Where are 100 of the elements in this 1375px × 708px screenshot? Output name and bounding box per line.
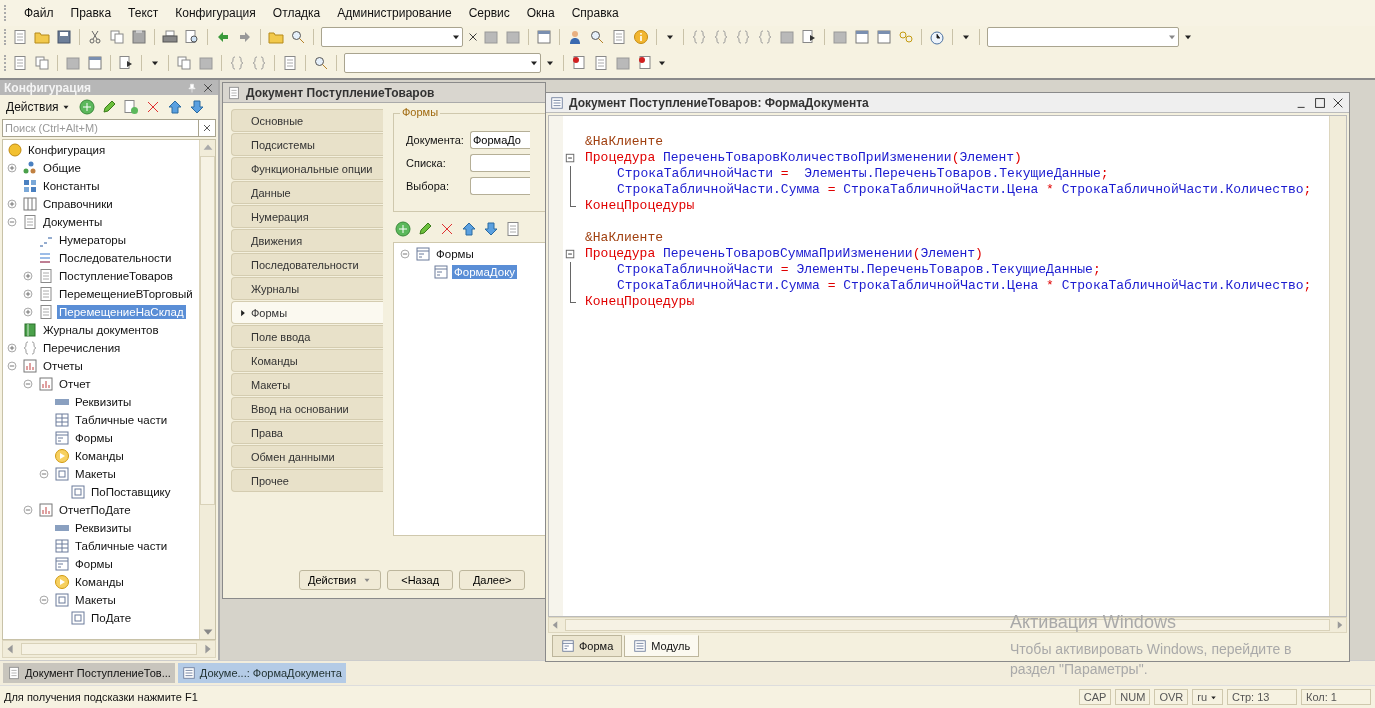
tree-item[interactable]: Макеты [73,593,118,607]
close-icon[interactable] [202,81,214,94]
page-icon[interactable] [12,29,28,45]
braces-icon[interactable] [229,55,245,71]
clipboard-icon[interactable] [131,29,147,45]
tab[interactable]: Подсистемы [231,133,383,156]
language-selector[interactable]: ru [1192,689,1223,705]
search-icon[interactable] [313,55,329,71]
search-icon[interactable] [589,29,605,45]
tab[interactable]: Функциональные опции [231,157,383,180]
tab[interactable]: Журналы [231,277,383,300]
block-icon[interactable] [505,29,521,45]
info-icon[interactable] [633,29,649,45]
page-marker-icon[interactable] [637,55,653,71]
block-icon[interactable] [832,29,848,45]
braces-icon[interactable] [713,29,729,45]
pencil-icon[interactable] [100,99,117,115]
expand-icon[interactable] [21,269,35,283]
vertical-scrollbar[interactable] [199,140,215,639]
pencil-icon[interactable] [417,221,433,237]
tab[interactable]: Движения [231,229,383,252]
collapse-icon[interactable] [5,215,19,229]
menu-item[interactable]: Правка [68,5,114,21]
delete-icon[interactable] [439,221,455,237]
braces-icon[interactable] [691,29,707,45]
tab[interactable]: Ввод на основании [231,397,383,420]
up-arrow-icon[interactable] [461,221,477,237]
forward-arrow-icon[interactable] [237,29,253,45]
page-export-icon[interactable] [801,29,817,45]
page-icon[interactable] [505,221,521,237]
page-icon[interactable] [282,55,298,71]
menu-item[interactable]: Текст [126,5,161,21]
maximize-icon[interactable] [1313,95,1327,110]
collapse-icon[interactable] [398,247,412,261]
tree-item[interactable]: Формы [434,247,476,261]
tab[interactable]: Прочее [231,469,383,492]
window-icon[interactable] [536,29,552,45]
braces-icon[interactable] [757,29,773,45]
tree-item[interactable]: Константы [41,179,102,193]
collapse-icon[interactable] [21,377,35,391]
tree-item[interactable]: ПоПоставщику [89,485,173,499]
braces-icon[interactable] [735,29,751,45]
pin-icon[interactable] [186,81,198,94]
page-icon[interactable] [593,55,609,71]
menu-item[interactable]: Окна [524,5,557,21]
down-arrow-icon[interactable] [188,99,205,115]
page-icon[interactable] [12,55,28,71]
page-icon[interactable] [611,29,627,45]
input-field[interactable]: ФормаДо [470,130,530,149]
expand-icon[interactable] [5,161,19,175]
tab[interactable]: Поле ввода [231,325,383,348]
tree-item[interactable]: Перечисления [41,341,123,355]
page-marker-icon[interactable] [571,55,587,71]
tab[interactable]: Обмен данными [231,445,383,468]
tab[interactable]: Последовательности [231,253,383,276]
actions-menu-button[interactable]: Действия [4,100,73,114]
expand-icon[interactable] [21,287,35,301]
expand-icon[interactable] [5,341,19,355]
expand-icon[interactable] [21,305,35,319]
collapse-icon[interactable] [37,593,51,607]
tab[interactable]: Модуль [624,635,700,657]
tree-item[interactable]: Реквизиты [73,395,134,409]
tab[interactable]: Нумерация [231,205,383,228]
down-arrow-icon[interactable] [483,221,499,237]
tree-item[interactable]: Журналы документов [41,323,161,337]
search-field[interactable]: Поиск (Ctrl+Alt+M) [2,119,199,137]
nav-button[interactable]: <Назад [387,570,454,590]
person-icon[interactable] [567,29,583,45]
tree-item[interactable]: Общие [41,161,83,175]
tree-item[interactable]: ПоДате [89,611,134,625]
printer-icon[interactable] [162,29,178,45]
tree-item[interactable]: Последовательности [57,251,174,265]
input-field[interactable] [470,153,530,172]
tab[interactable]: Данные [231,181,383,204]
up-arrow-icon[interactable] [166,99,183,115]
menu-item[interactable]: Файл [22,5,56,21]
block-icon[interactable] [779,29,795,45]
copy-icon[interactable] [109,29,125,45]
block-icon[interactable] [65,55,81,71]
folder-icon[interactable] [34,29,50,45]
tree-item[interactable]: Табличные части [73,413,170,427]
tree-item[interactable]: ПеремещениеВТорговый [57,287,195,301]
tab[interactable]: Формы [231,301,383,324]
menu-item[interactable]: Администрирование [335,5,454,21]
tree-item[interactable]: Отчет [57,377,93,391]
expand-icon[interactable] [5,197,19,211]
window-icon[interactable] [87,55,103,71]
page-export-icon[interactable] [118,55,134,71]
braces-icon[interactable] [251,55,267,71]
horizontal-scrollbar[interactable] [2,640,216,658]
tree-item[interactable]: Реквизиты [73,521,134,535]
tree-item[interactable]: Формы [73,557,115,571]
add-icon[interactable] [78,99,95,115]
page-magnifier-icon[interactable] [184,29,200,45]
tree-item[interactable]: Отчеты [41,359,85,373]
tree-item[interactable]: Макеты [73,467,118,481]
menu-item[interactable]: Конфигурация [173,5,258,21]
tab[interactable]: Команды [231,349,383,372]
actions-menu-button[interactable]: Действия [299,570,382,590]
scissors-icon[interactable] [87,29,103,45]
